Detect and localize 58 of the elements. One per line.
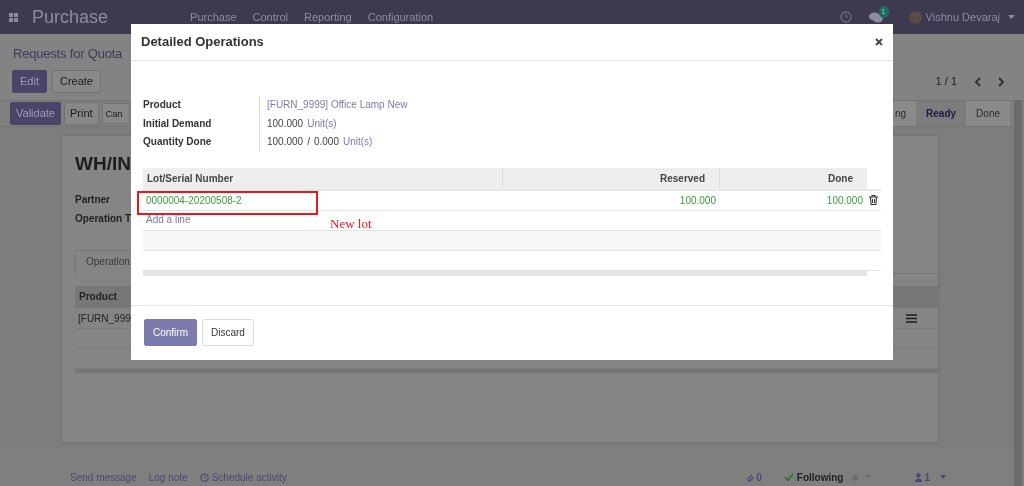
chevron-left-icon[interactable]: [974, 76, 981, 87]
product-link[interactable]: [FURN_9999] Office Lamp New: [267, 96, 408, 115]
column-header: Product: [79, 291, 117, 302]
pager: 1 / 1: [935, 74, 957, 90]
lot-number-cell: 0000004-20200508-2: [146, 194, 242, 206]
column-header: Done: [720, 167, 867, 189]
apps-menu-icon[interactable]: [9, 12, 18, 22]
list-icon[interactable]: [906, 313, 917, 323]
person-icon: [915, 472, 923, 482]
chat-icon[interactable]: [868, 11, 883, 23]
status-stage[interactable]: Done: [966, 101, 1010, 126]
clock-icon[interactable]: [839, 11, 852, 23]
quantity-value: 0.000: [313, 135, 339, 149]
menu-item[interactable]: Purchase: [190, 8, 237, 26]
unit-link[interactable]: Unit(s): [307, 114, 337, 133]
add-line-link[interactable]: Add a line: [143, 213, 191, 225]
unit-link[interactable]: Unit(s): [342, 133, 373, 152]
action-button[interactable]: Print: [63, 101, 99, 126]
caret-icon[interactable]: [1008, 15, 1015, 19]
clock-icon: [199, 472, 209, 482]
field-label: Operation T: [75, 212, 132, 226]
field-label: Initial Demand: [143, 114, 260, 133]
validate-button[interactable]: Validate: [10, 101, 61, 126]
confirm-button[interactable]: Confirm: [144, 319, 197, 346]
app-title: Purchase: [32, 5, 109, 29]
dialog-title: Detailed Operations: [141, 33, 264, 52]
column-header: Lot/Serial Number: [143, 167, 503, 189]
field-label: Quantity Done: [143, 133, 260, 152]
column-header: Reserved: [503, 167, 720, 189]
chevron-right-icon[interactable]: [998, 76, 1005, 87]
annotation-label: New lot: [330, 215, 372, 233]
check-icon: [783, 473, 794, 481]
following-button[interactable]: Following: [783, 469, 844, 485]
discard-button[interactable]: Discard: [202, 319, 254, 346]
menu-item[interactable]: Configuration: [367, 8, 434, 26]
horizontal-scrollbar[interactable]: [143, 270, 867, 276]
separator: /: [307, 135, 310, 149]
field-label: Partner: [75, 193, 110, 207]
table-cell: [FURN_999: [78, 312, 131, 324]
quantity-value: 100.000: [267, 116, 304, 131]
edit-button[interactable]: Edit: [12, 70, 47, 94]
menu-item[interactable]: Control: [252, 8, 288, 26]
field-label: Product: [143, 96, 260, 115]
trash-icon[interactable]: [869, 195, 878, 205]
create-button[interactable]: Create: [51, 70, 101, 94]
close-icon[interactable]: [875, 38, 883, 46]
paperclip-icon: [747, 472, 755, 482]
record-title: WH/IN: [75, 152, 131, 176]
caret-icon[interactable]: [940, 475, 946, 479]
scrollbar[interactable]: [1014, 100, 1022, 486]
quantity-value: 100.000: [267, 135, 304, 149]
action-button[interactable]: Can: [101, 102, 128, 125]
menu-item[interactable]: Reporting: [304, 8, 352, 26]
tab[interactable]: Operation: [75, 250, 132, 274]
user-name[interactable]: Vishnu Devaraj: [925, 8, 1000, 26]
done-cell-text: 100.000: [825, 193, 864, 208]
reserved-cell-text: 100.000: [678, 193, 717, 208]
breadcrumb[interactable]: Requests for Quota: [0, 34, 123, 70]
